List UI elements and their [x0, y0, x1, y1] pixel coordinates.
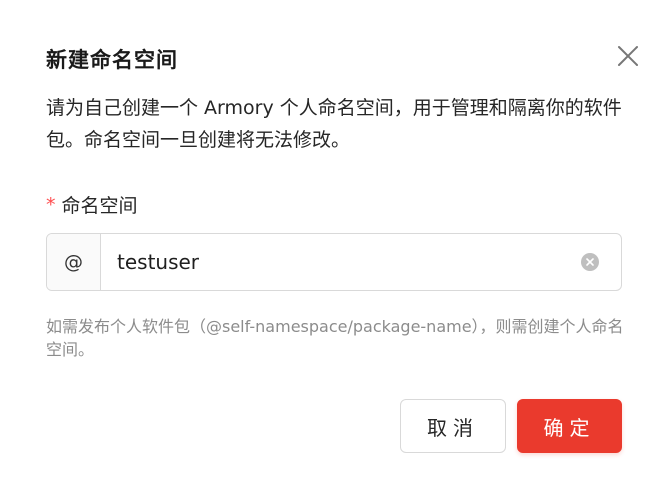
close-icon — [618, 46, 638, 66]
namespace-input-wrapper — [101, 234, 621, 290]
confirm-button[interactable]: 确定 — [517, 399, 622, 453]
namespace-input[interactable] — [101, 234, 621, 290]
dialog-title: 新建命名空间 — [46, 48, 178, 72]
close-button[interactable] — [612, 40, 644, 72]
dialog-description: 请为自己创建一个 Armory 个人命名空间，用于管理和隔离你的软件包。命名空间… — [46, 97, 622, 151]
namespace-field-label: * 命名空间 — [46, 191, 138, 218]
at-prefix-addon: @ — [47, 234, 101, 290]
namespace-label-text: 命名空间 — [61, 195, 138, 217]
required-mark: * — [46, 193, 56, 216]
namespace-input-group: @ — [46, 233, 622, 291]
clear-circle-icon[interactable] — [581, 253, 599, 271]
cancel-button[interactable]: 取消 — [400, 399, 506, 453]
create-namespace-dialog: 新建命名空间 请为自己创建一个 Armory 个人命名空间，用于管理和隔离你的软… — [0, 0, 664, 493]
namespace-help-text: 如需发布个人软件包（@self-namespace/package-name），… — [46, 317, 624, 359]
